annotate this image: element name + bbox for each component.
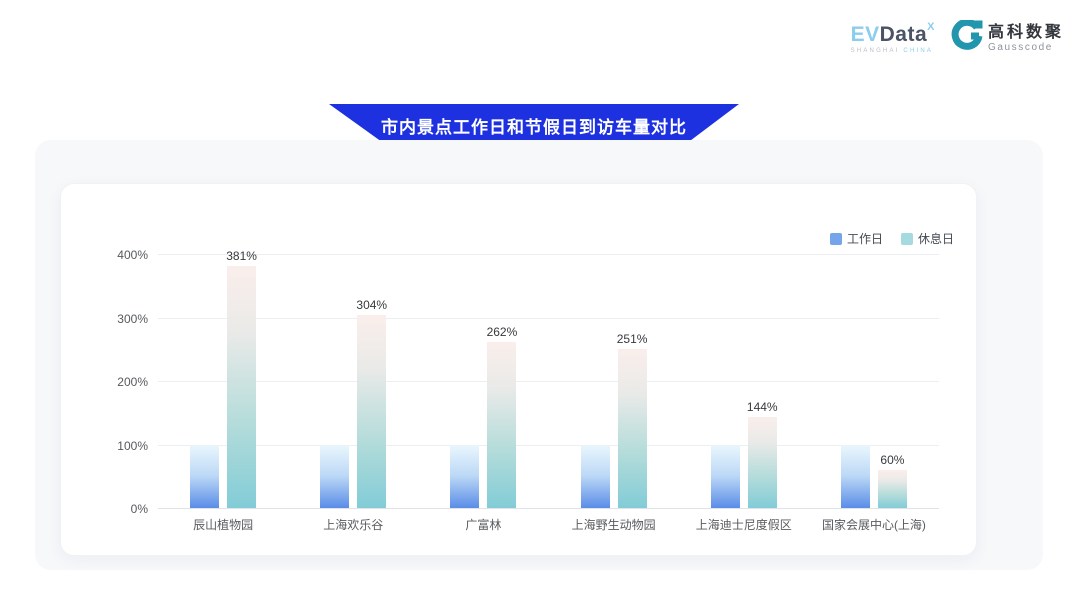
restday-bar-5 [748, 417, 777, 508]
gausscode-name-en: Gausscode [988, 43, 1064, 53]
barwrap-workday-2 [320, 445, 349, 509]
gausscode-text: 高科数聚 Gausscode [988, 25, 1064, 53]
legend-swatch-workday [830, 233, 842, 245]
evdata-subtext-shanghai: SHANGHAI [851, 48, 900, 54]
category-label-2: 上海欢乐谷 [288, 516, 418, 533]
workday-bar-2 [320, 445, 349, 509]
barwrap-restday-2: 304% [357, 315, 386, 508]
bar-group-4: 251% [549, 254, 679, 508]
barwrap-restday-5: 144% [748, 417, 777, 508]
category-label-1: 辰山植物园 [158, 516, 288, 533]
chart-card: 工作日 休息日 400% 300% 200% 100% 0% 381% 304% 262% 251… [60, 183, 977, 556]
page-title: 市内景点工作日和节假日到访车量对比 [381, 113, 687, 138]
legend-swatch-restday [901, 233, 913, 245]
evdata-logo: EVDataX SHANGHAI CHINA [851, 24, 935, 54]
evdata-data-text: Data [880, 23, 928, 46]
workday-bar-3 [450, 445, 479, 509]
bar-value-label-4: 251% [617, 332, 648, 346]
evdata-ev-text: EV [851, 23, 880, 46]
chart-legend: 工作日 休息日 [830, 230, 954, 247]
bar-value-label-1: 381% [226, 249, 257, 263]
bar-value-label-2: 304% [356, 298, 387, 312]
category-label-5: 上海迪士尼度假区 [679, 516, 809, 533]
barwrap-restday-1: 381% [227, 266, 256, 508]
restday-bar-4 [618, 349, 647, 508]
category-label-3: 广富林 [418, 516, 548, 533]
legend-label-restday: 休息日 [918, 230, 954, 247]
barwrap-workday-5 [711, 445, 740, 509]
evdata-sup-x: X [927, 21, 935, 33]
gausscode-logo: 高科数聚 Gausscode [951, 20, 1064, 57]
category-label-6: 国家会展中心(上海) [809, 516, 939, 533]
restday-bar-3 [487, 342, 516, 508]
gausscode-g-icon [951, 20, 983, 57]
bar-groups: 381% 304% 262% 251% 144% 60% [158, 254, 939, 508]
legend-label-workday: 工作日 [847, 230, 883, 247]
bar-value-label-5: 144% [747, 400, 778, 414]
workday-bar-4 [581, 445, 610, 509]
barwrap-workday-4 [581, 445, 610, 509]
category-label-4: 上海野生动物园 [549, 516, 679, 533]
chart-panel: 工作日 休息日 400% 300% 200% 100% 0% 381% 304% 262% 251… [35, 140, 1043, 570]
workday-bar-5 [711, 445, 740, 509]
x-axis-labels: 辰山植物园上海欢乐谷广富林上海野生动物园上海迪士尼度假区国家会展中心(上海) [158, 516, 939, 533]
barwrap-workday-3 [450, 445, 479, 509]
barwrap-restday-4: 251% [618, 349, 647, 508]
chart-plot-area: 400%300%200%100%0%381%304%262%251%144%60… [158, 254, 939, 508]
bar-group-3: 262% [418, 254, 548, 508]
evdata-wordmark: EVDataX [851, 24, 935, 45]
barwrap-workday-1 [190, 445, 219, 509]
y-tick-300%: 300% [88, 312, 148, 326]
workday-bar-1 [190, 445, 219, 509]
logo-bar: EVDataX SHANGHAI CHINA 高科数聚 Gausscode [851, 20, 1064, 57]
legend-item-restday[interactable]: 休息日 [901, 230, 954, 247]
y-tick-0%: 0% [88, 502, 148, 516]
bar-group-6: 60% [809, 254, 939, 508]
gridline-0% [158, 508, 939, 509]
restday-bar-2 [357, 315, 386, 508]
evdata-subtext-china: CHINA [903, 48, 933, 54]
restday-bar-6 [878, 470, 907, 508]
y-tick-200%: 200% [88, 375, 148, 389]
y-tick-400%: 400% [88, 248, 148, 262]
barwrap-workday-6 [841, 445, 870, 509]
bar-group-5: 144% [679, 254, 809, 508]
bar-group-1: 381% [158, 254, 288, 508]
bar-value-label-3: 262% [487, 325, 518, 339]
bar-value-label-6: 60% [880, 453, 904, 467]
y-tick-100%: 100% [88, 439, 148, 453]
page: EVDataX SHANGHAI CHINA 高科数聚 Gausscode 市 [0, 0, 1080, 608]
bar-group-2: 304% [288, 254, 418, 508]
workday-bar-6 [841, 445, 870, 509]
legend-item-workday[interactable]: 工作日 [830, 230, 883, 247]
gausscode-name-cn: 高科数聚 [988, 25, 1064, 41]
evdata-subtext: SHANGHAI CHINA [851, 48, 935, 54]
barwrap-restday-3: 262% [487, 342, 516, 508]
restday-bar-1 [227, 266, 256, 508]
barwrap-restday-6: 60% [878, 470, 907, 508]
